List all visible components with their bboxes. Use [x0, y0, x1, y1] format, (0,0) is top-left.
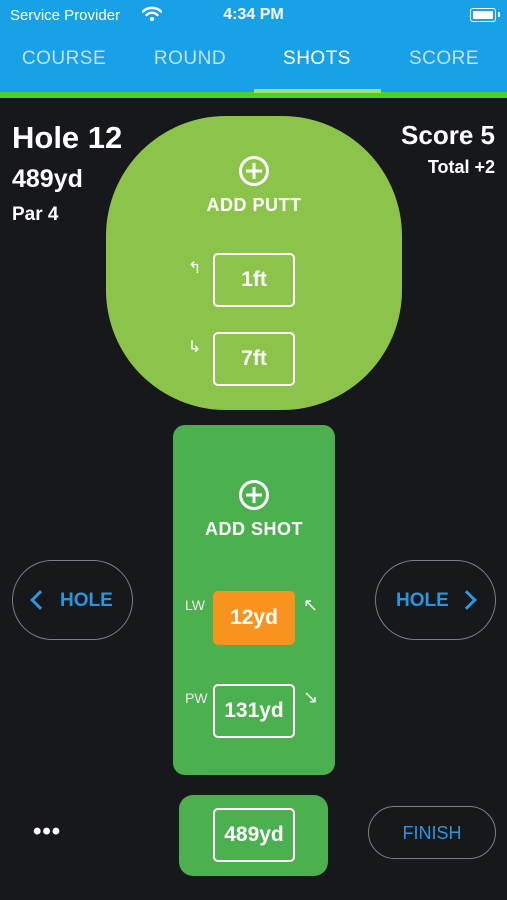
add-putt-button[interactable]: ADD PUTT — [154, 195, 354, 216]
add-putt-icon[interactable] — [239, 156, 269, 186]
hole-yardage: 489yd — [12, 165, 83, 193]
hole-title: Hole 12 — [12, 120, 123, 155]
tab-shots[interactable]: SHOTS — [254, 48, 380, 70]
shot-1-distance[interactable]: 12yd — [213, 591, 295, 645]
putt-2-distance[interactable]: 7ft — [213, 332, 295, 386]
remaining-distance[interactable]: 489yd — [213, 808, 295, 862]
putt-1-distance[interactable]: 1ft — [213, 253, 295, 307]
shot-1-direction-icon: ↖ — [303, 595, 319, 615]
add-shot-icon[interactable] — [239, 480, 269, 510]
hole-par: Par 4 — [12, 204, 59, 225]
tab-bar: COURSE ROUND SHOTS SCORE — [0, 30, 507, 92]
tab-round[interactable]: ROUND — [127, 48, 253, 70]
putt-1-direction-icon: ↰ — [188, 260, 202, 277]
shot-2-direction-icon: ↘ — [303, 687, 319, 707]
battery-icon — [470, 8, 500, 22]
next-hole-label: HOLE — [396, 590, 449, 611]
shot-1-club: LW — [185, 597, 205, 613]
add-shot-button[interactable]: ADD SHOT — [154, 519, 354, 540]
more-icon[interactable]: ••• — [33, 818, 61, 846]
prev-hole-label: HOLE — [60, 590, 113, 611]
shot-2-distance[interactable]: 131yd — [213, 684, 295, 738]
clock: 4:34 PM — [223, 6, 284, 23]
score-label: Score 5 — [401, 120, 495, 150]
active-tab-indicator — [254, 89, 381, 93]
putt-2-direction-icon: ↳ — [188, 339, 202, 356]
tab-course[interactable]: COURSE — [1, 48, 127, 70]
score-total: Total +2 — [427, 157, 495, 177]
shot-2-club: PW — [185, 690, 208, 706]
finish-label: FINISH — [402, 823, 462, 843]
tab-score[interactable]: SCORE — [381, 48, 507, 70]
